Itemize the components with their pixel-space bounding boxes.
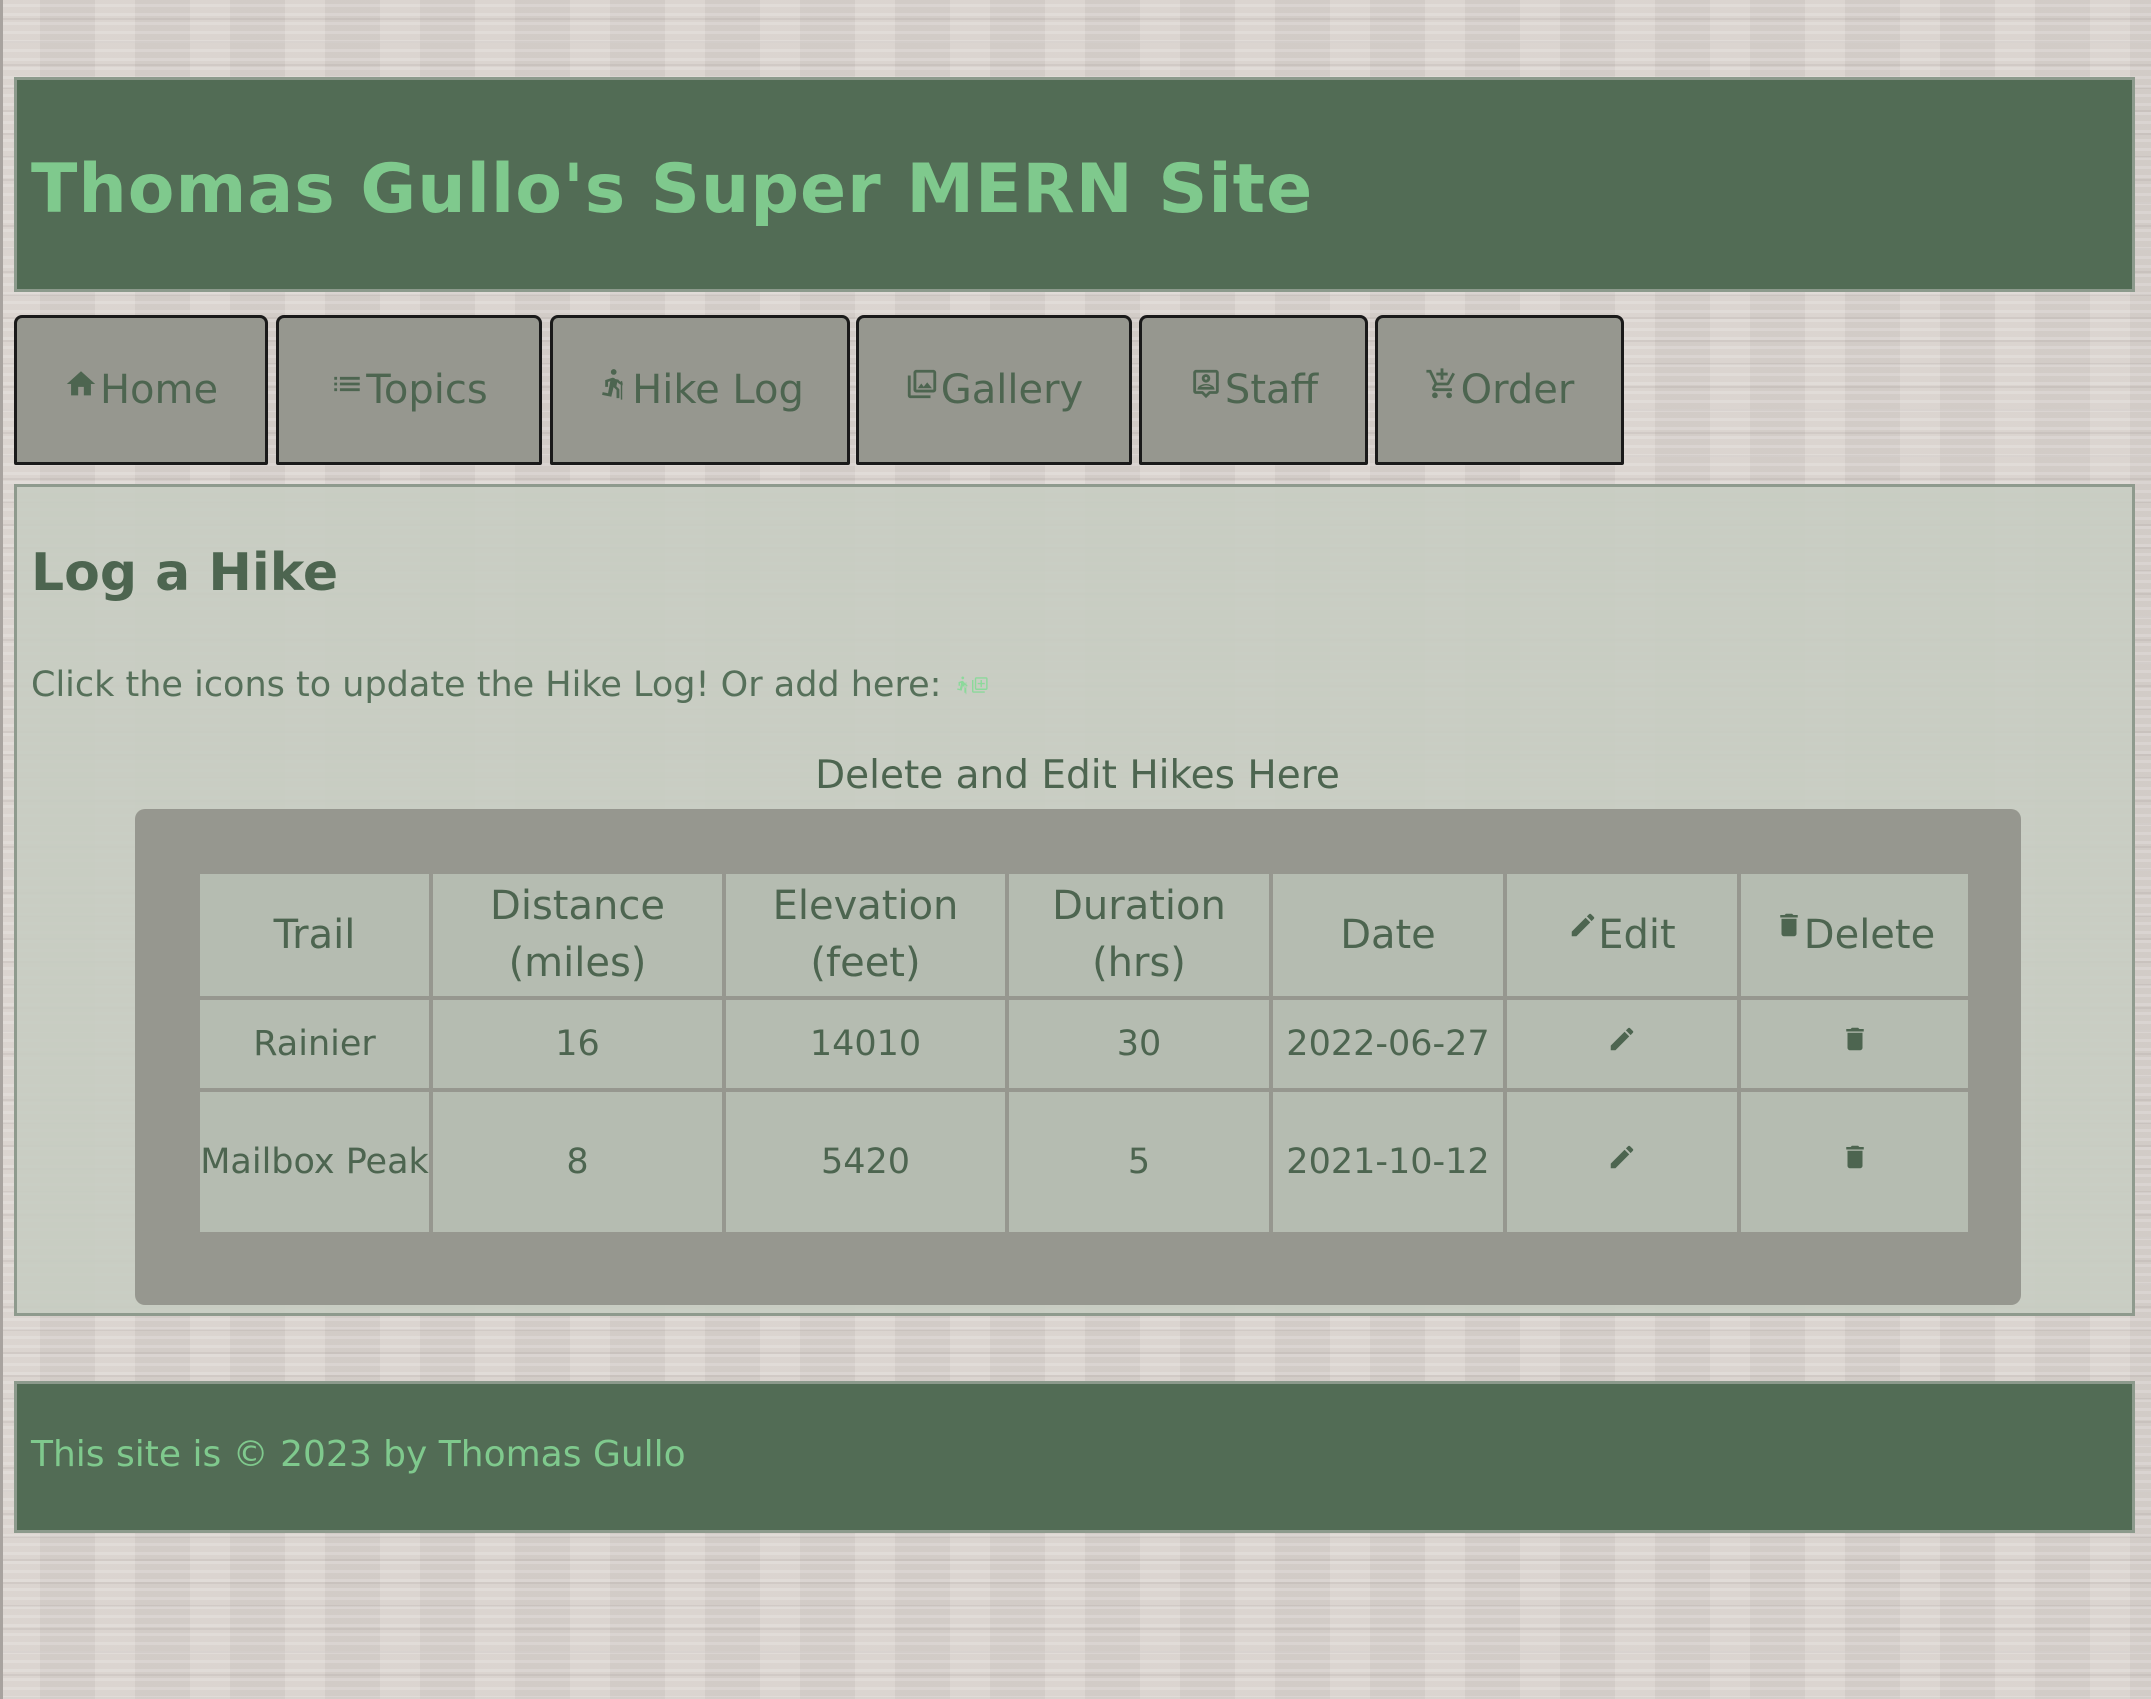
cell-distance: 16 bbox=[433, 1000, 722, 1088]
edit-row-button[interactable] bbox=[1607, 1023, 1637, 1055]
col-duration: Duration (hrs) bbox=[1009, 874, 1269, 996]
nav-staff-label: Staff bbox=[1224, 367, 1319, 413]
cell-duration: 5 bbox=[1009, 1092, 1269, 1232]
pencil-icon bbox=[1610, 1145, 1634, 1169]
cell-date: 2021-10-12 bbox=[1273, 1092, 1503, 1232]
nav-home-label: Home bbox=[99, 367, 219, 413]
delete-row-button[interactable] bbox=[1840, 1141, 1870, 1173]
cell-edit bbox=[1507, 1092, 1737, 1232]
table-row: Mailbox Peak 8 5420 5 2021-10-12 bbox=[200, 1092, 1968, 1232]
cell-delete bbox=[1741, 1092, 1968, 1232]
cell-delete bbox=[1741, 1000, 1968, 1088]
col-delete: Delete bbox=[1741, 874, 1968, 996]
hiker-add-icon bbox=[957, 676, 989, 695]
nav-staff-button[interactable]: Staff bbox=[1139, 315, 1368, 465]
trash-icon bbox=[1780, 913, 1798, 936]
badge-icon bbox=[1193, 369, 1219, 399]
home-icon bbox=[66, 371, 96, 396]
col-edit: Edit bbox=[1507, 874, 1737, 996]
cell-elevation: 14010 bbox=[726, 1000, 1005, 1088]
table-header-row: Trail Distance (miles) Elevation (feet) … bbox=[200, 874, 1968, 996]
cell-trail: Rainier bbox=[200, 1000, 429, 1088]
nav-home-button[interactable]: Home bbox=[14, 315, 268, 465]
nav-topics-button[interactable]: Topics bbox=[276, 315, 542, 465]
hike-table: Trail Distance (miles) Elevation (feet) … bbox=[196, 870, 1972, 1236]
cell-edit bbox=[1507, 1000, 1737, 1088]
cell-duration: 30 bbox=[1009, 1000, 1269, 1088]
table-caption: Delete and Edit Hikes Here bbox=[815, 753, 1340, 798]
hike-table-panel: Trail Distance (miles) Elevation (feet) … bbox=[135, 809, 2021, 1305]
page-edge bbox=[0, 0, 3, 1699]
col-delete-label: Delete bbox=[1803, 911, 1936, 958]
delete-row-button[interactable] bbox=[1840, 1023, 1870, 1055]
cart-add-icon bbox=[1426, 368, 1455, 399]
nav-order-button[interactable]: Order bbox=[1375, 315, 1624, 465]
table-row: Rainier 16 14010 30 2022-06-27 bbox=[200, 1000, 1968, 1088]
cell-distance: 8 bbox=[433, 1092, 722, 1232]
main-content: Log a Hike Click the icons to update the… bbox=[14, 484, 2135, 1316]
nav-hike-log-label: Hike Log bbox=[632, 367, 804, 413]
copyright-text: This site is © 2023 by Thomas Gullo bbox=[31, 1434, 686, 1475]
nav-gallery-button[interactable]: Gallery bbox=[856, 315, 1132, 465]
trash-icon bbox=[1845, 1145, 1864, 1169]
nav-order-label: Order bbox=[1460, 367, 1575, 413]
list-icon bbox=[334, 376, 361, 392]
col-trail: Trail bbox=[200, 874, 429, 996]
intro-text: Click the icons to update the Hike Log! … bbox=[31, 665, 989, 705]
pencil-icon bbox=[1572, 913, 1595, 936]
nav-topics-label: Topics bbox=[366, 367, 488, 413]
hiker-icon bbox=[602, 369, 623, 400]
site-header: Thomas Gullo's Super MERN Site bbox=[14, 77, 2135, 292]
page-heading: Log a Hike bbox=[31, 543, 339, 603]
add-hike-button[interactable] bbox=[955, 667, 989, 703]
col-date: Date bbox=[1273, 874, 1503, 996]
nav-hike-log-button[interactable]: Hike Log bbox=[550, 315, 850, 465]
nav-gallery-label: Gallery bbox=[940, 367, 1084, 413]
edit-row-button[interactable] bbox=[1607, 1141, 1637, 1173]
cell-elevation: 5420 bbox=[726, 1092, 1005, 1232]
intro-label: Click the icons to update the Hike Log! … bbox=[31, 665, 942, 705]
col-elevation: Elevation (feet) bbox=[726, 874, 1005, 996]
pencil-icon bbox=[1610, 1027, 1634, 1051]
col-distance: Distance (miles) bbox=[433, 874, 722, 996]
col-edit-label: Edit bbox=[1598, 911, 1676, 958]
photo-library-icon bbox=[907, 369, 936, 399]
site-title: Thomas Gullo's Super MERN Site bbox=[31, 150, 1314, 229]
cell-trail: Mailbox Peak bbox=[200, 1092, 429, 1232]
cell-date: 2022-06-27 bbox=[1273, 1000, 1503, 1088]
trash-icon bbox=[1845, 1027, 1864, 1051]
site-footer: This site is © 2023 by Thomas Gullo bbox=[14, 1381, 2135, 1533]
